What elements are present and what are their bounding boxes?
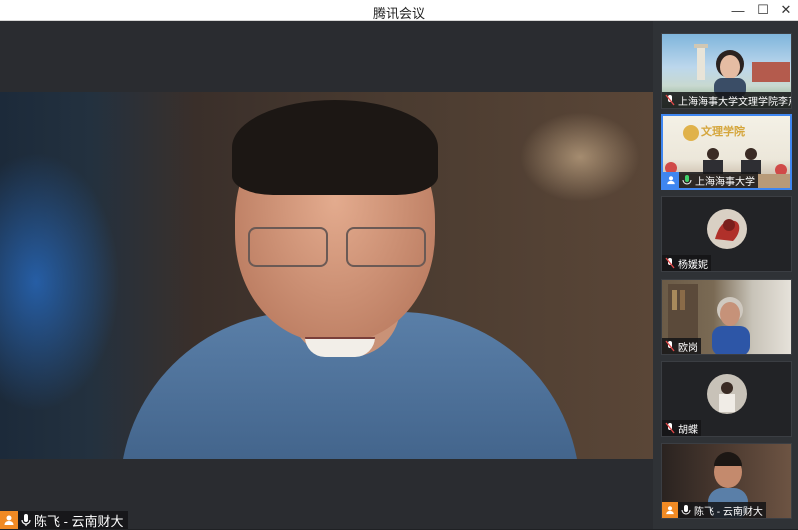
- window-title: 腾讯会议: [372, 6, 425, 21]
- participant-name: 欧岗: [678, 342, 698, 354]
- participant-namebar: 陈飞 - 云南财大: [662, 502, 766, 518]
- microphone-icon: [680, 172, 694, 188]
- minimize-button[interactable]: —: [724, 0, 752, 20]
- participant-namebar: 上海海事大学: [663, 172, 758, 188]
- main-stage: [0, 21, 653, 529]
- microphone-muted-icon: [663, 92, 677, 108]
- participant-namebar: 上海海事大学文理学院李芹: [662, 92, 792, 108]
- participant-namebar: 杨媛妮: [662, 255, 711, 271]
- participant-namebar: 胡蝶: [662, 420, 701, 436]
- person-icon[interactable]: [0, 511, 18, 529]
- participant-name: 上海海事大学文理学院李芹: [678, 96, 792, 108]
- video-speaker-smile: [305, 337, 375, 357]
- microphone-muted-icon: [663, 338, 677, 354]
- microphone-muted-icon: [663, 420, 677, 436]
- main-speaker-namebar: 陈飞 - 云南财大: [0, 511, 128, 529]
- person-icon[interactable]: [663, 172, 679, 188]
- participant-tile[interactable]: 上海海事大学文理学院李芹: [661, 33, 792, 109]
- participant-tile-active[interactable]: 文理学院 上海海事大学: [661, 114, 792, 190]
- video-background-light: [520, 112, 640, 202]
- participant-name: 上海海事大学: [695, 176, 755, 188]
- microphone-muted-icon: [663, 255, 677, 271]
- participant-banner-text: 文理学院: [701, 126, 745, 138]
- participant-avatar: [706, 209, 747, 249]
- participant-avatar: [706, 374, 747, 414]
- participant-tile[interactable]: 欧岗: [661, 279, 792, 355]
- participant-tile[interactable]: 陈飞 - 云南财大: [661, 443, 792, 519]
- participant-name: 杨媛妮: [678, 259, 708, 271]
- video-speaker-glasses: [248, 227, 428, 267]
- title-bar: 腾讯会议 — ☐ ✕: [0, 0, 798, 21]
- participant-tile[interactable]: 杨媛妮: [661, 196, 792, 272]
- video-background-blur: [0, 152, 120, 412]
- participant-tile[interactable]: 胡蝶: [661, 361, 792, 437]
- close-button[interactable]: ✕: [772, 0, 798, 20]
- video-speaker-hair: [232, 100, 438, 195]
- participant-name: 陈飞 - 云南财大: [694, 506, 763, 518]
- person-icon[interactable]: [662, 502, 678, 518]
- main-speaker-name: 陈飞 - 云南财大: [34, 513, 124, 529]
- participant-namebar: 欧岗: [662, 338, 701, 354]
- microphone-icon: [19, 512, 33, 528]
- participant-name: 胡蝶: [678, 424, 698, 436]
- microphone-icon: [679, 502, 693, 518]
- main-video[interactable]: [0, 92, 653, 459]
